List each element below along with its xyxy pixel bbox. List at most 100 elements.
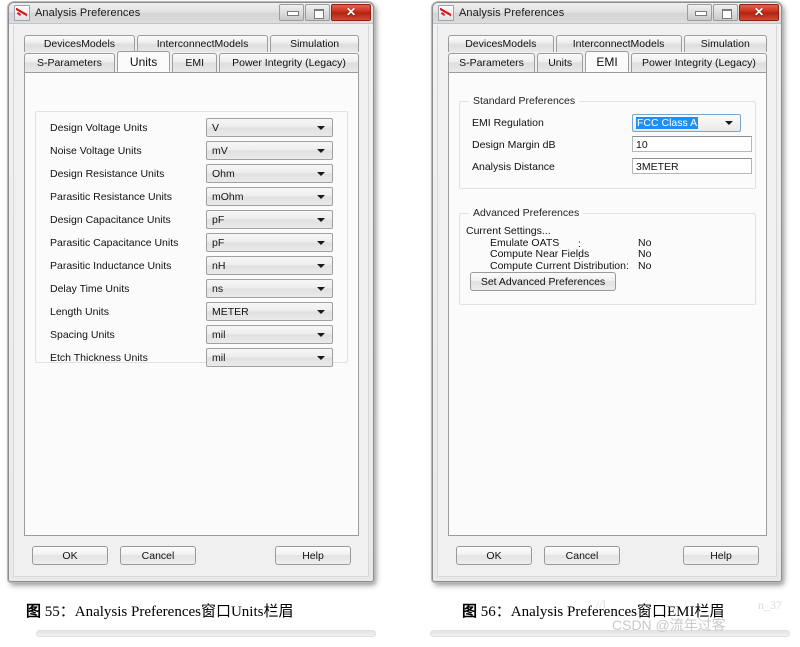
- figure-caption-left-prefix: 图: [26, 604, 42, 620]
- tab-row-2-right: S-Parameters Units EMI Power Integrity (…: [448, 51, 767, 72]
- tab-row-1-left: DevicesModels InterconnectModels Simulat…: [24, 35, 359, 52]
- tab-power-integrity-legacy[interactable]: Power Integrity (Legacy): [630, 53, 767, 72]
- value-design-voltage-units: V: [212, 121, 220, 134]
- value-length-units: METER: [212, 305, 249, 318]
- page-divider-left: [36, 630, 376, 637]
- maximize-button[interactable]: [713, 4, 738, 21]
- tab-s-parameters[interactable]: S-Parameters: [24, 53, 115, 72]
- label-design-margin-db: Design Margin dB: [472, 139, 556, 151]
- tab-units[interactable]: Units: [537, 53, 584, 72]
- chevron-down-icon: [317, 240, 325, 245]
- tab-emi[interactable]: EMI: [585, 51, 629, 72]
- label-parasitic-capacitance-units: Parasitic Capacitance Units: [50, 236, 179, 249]
- combo-design-voltage-units[interactable]: V: [206, 118, 333, 137]
- input-design-margin-db[interactable]: 10: [632, 136, 752, 152]
- chevron-down-icon: [317, 263, 325, 268]
- setting-name-compute-near-fields: Compute Near Fields: [490, 248, 590, 260]
- set-advanced-preferences-button[interactable]: Set Advanced Preferences: [470, 272, 616, 291]
- tab-power-integrity-legacy[interactable]: Power Integrity (Legacy): [219, 53, 359, 72]
- tab-simulation[interactable]: Simulation: [683, 35, 767, 52]
- value-emi-regulation: FCC Class A: [636, 117, 699, 129]
- figure-caption-right-number: 56: [480, 604, 496, 620]
- row-noise-voltage-units: Noise Voltage Units mV: [36, 141, 347, 160]
- maximize-button[interactable]: [305, 4, 330, 21]
- setting-separator-2: :: [578, 250, 581, 262]
- titlebar-left[interactable]: Analysis Preferences ✕: [9, 3, 373, 24]
- combo-parasitic-inductance-units[interactable]: nH: [206, 256, 333, 275]
- chevron-down-icon: [317, 148, 325, 153]
- tabstrip-right: DevicesModels InterconnectModels Simulat…: [448, 35, 767, 72]
- figure-caption-left-text: ：Analysis Preferences窗口Units栏眉: [59, 604, 294, 620]
- setting-value-compute-near-fields: No: [638, 248, 652, 260]
- label-spacing-units: Spacing Units: [50, 328, 115, 341]
- advanced-preferences-legend: Advanced Preferences: [469, 207, 584, 219]
- value-design-resistance-units: Ohm: [212, 167, 235, 180]
- units-groupbox: Design Voltage Units V Noise Voltage Uni…: [35, 111, 348, 367]
- combo-spacing-units[interactable]: mil: [206, 325, 333, 344]
- chevron-down-icon: [317, 194, 325, 199]
- close-button[interactable]: ✕: [331, 4, 371, 21]
- setting-value-compute-current-distribution: No: [638, 259, 652, 272]
- row-length-units: Length Units METER: [36, 302, 347, 321]
- ok-button[interactable]: OK: [456, 546, 532, 565]
- tab-emi[interactable]: EMI: [172, 53, 218, 72]
- combo-length-units[interactable]: METER: [206, 302, 333, 321]
- combo-delay-time-units[interactable]: ns: [206, 279, 333, 298]
- chevron-down-icon: [317, 332, 325, 337]
- ok-button[interactable]: OK: [32, 546, 108, 565]
- combo-design-capacitance-units[interactable]: pF: [206, 210, 333, 229]
- chevron-down-icon: [317, 171, 325, 176]
- minimize-button[interactable]: [687, 4, 712, 21]
- tab-panel-emi: Standard Preferences EMI Regulation FCC …: [448, 72, 767, 536]
- dialog-window-emi[interactable]: Analysis Preferences ✕ DevicesModels Int…: [432, 2, 782, 582]
- combo-etch-thickness-units[interactable]: mil: [206, 348, 333, 367]
- tab-panel-units: Design Voltage Units V Noise Voltage Uni…: [24, 72, 359, 536]
- chevron-down-icon: [317, 125, 325, 130]
- close-button[interactable]: ✕: [739, 4, 779, 21]
- help-button[interactable]: Help: [275, 546, 351, 565]
- chevron-down-icon: [317, 286, 325, 291]
- tab-s-parameters[interactable]: S-Parameters: [448, 53, 536, 72]
- value-etch-thickness-units: mil: [212, 351, 226, 364]
- dialog-window-units[interactable]: Analysis Preferences ✕ DevicesModels Int…: [8, 2, 374, 582]
- label-length-units: Length Units: [50, 305, 109, 318]
- value-design-capacitance-units: pF: [212, 213, 225, 226]
- window-title-right: Analysis Preferences: [459, 7, 565, 19]
- tab-interconnectmodels[interactable]: InterconnectModels: [136, 35, 269, 52]
- label-etch-thickness-units: Etch Thickness Units: [50, 351, 148, 364]
- help-button[interactable]: Help: [683, 546, 759, 565]
- chevron-down-icon: [725, 121, 733, 125]
- value-spacing-units: mil: [212, 328, 226, 341]
- dialog-body-right: DevicesModels InterconnectModels Simulat…: [437, 25, 777, 577]
- combo-emi-regulation[interactable]: FCC Class A: [632, 114, 741, 132]
- combo-parasitic-capacitance-units[interactable]: pF: [206, 233, 333, 252]
- standard-preferences-legend: Standard Preferences: [469, 95, 580, 107]
- label-design-voltage-units: Design Voltage Units: [50, 121, 148, 134]
- cancel-button[interactable]: Cancel: [120, 546, 196, 565]
- ghost-artifact-left: //l: [596, 597, 607, 611]
- combo-parasitic-resistance-units[interactable]: mOhm: [206, 187, 333, 206]
- combo-design-resistance-units[interactable]: Ohm: [206, 164, 333, 183]
- value-parasitic-inductance-units: nH: [212, 259, 226, 272]
- page-divider-right: [430, 630, 790, 637]
- tab-devicesmodels[interactable]: DevicesModels: [24, 35, 135, 52]
- label-design-capacitance-units: Design Capacitance Units: [50, 213, 171, 226]
- combo-noise-voltage-units[interactable]: mV: [206, 141, 333, 160]
- tab-row-1-right: DevicesModels InterconnectModels Simulat…: [448, 35, 767, 52]
- input-analysis-distance[interactable]: 3METER: [632, 158, 752, 174]
- chevron-down-icon: [317, 217, 325, 222]
- tabstrip-left: DevicesModels InterconnectModels Simulat…: [24, 35, 359, 72]
- tab-devicesmodels[interactable]: DevicesModels: [448, 35, 554, 52]
- tab-simulation[interactable]: Simulation: [270, 35, 359, 52]
- cancel-button[interactable]: Cancel: [544, 546, 620, 565]
- tab-units[interactable]: Units: [116, 51, 171, 72]
- minimize-button[interactable]: [279, 4, 304, 21]
- tab-interconnectmodels[interactable]: InterconnectModels: [555, 35, 682, 52]
- titlebar-right[interactable]: Analysis Preferences ✕: [433, 3, 781, 24]
- row-design-capacitance-units: Design Capacitance Units pF: [36, 210, 347, 229]
- current-settings-grid: Emulate OATS No Compute Near Fields No C…: [490, 237, 698, 273]
- figure-caption-left: 图 55：Analysis Preferences窗口Units栏眉: [26, 600, 293, 621]
- value-delay-time-units: ns: [212, 282, 224, 295]
- window-title-left: Analysis Preferences: [35, 7, 141, 19]
- current-settings-label: Current Settings...: [466, 225, 551, 237]
